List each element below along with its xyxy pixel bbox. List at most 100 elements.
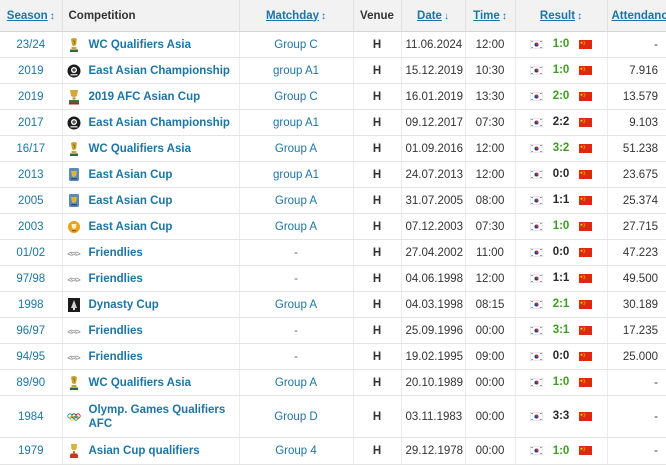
competition-link[interactable]: East Asian Cup [89,220,173,234]
competition-link[interactable]: Friendlies [89,246,143,260]
china-flag-icon[interactable] [579,247,593,257]
match-result[interactable]: 3:2 [546,142,576,154]
season-cell[interactable]: 1984 [0,395,63,438]
south-korea-flag-icon[interactable] [529,247,543,257]
south-korea-flag-icon[interactable] [529,299,543,309]
eaff-icon[interactable] [67,115,81,131]
competition-link[interactable]: Friendlies [89,272,143,286]
match-result[interactable]: 1:0 [546,376,576,388]
sort-icon[interactable]: ↕ [50,11,55,22]
match-result[interactable]: 0:0 [546,168,576,180]
season-cell[interactable]: 1998 [0,291,63,318]
eac-gold-icon[interactable] [67,219,81,235]
china-flag-icon[interactable] [579,446,593,456]
china-flag-icon[interactable] [579,117,593,127]
china-flag-icon[interactable] [579,39,593,49]
season-cell[interactable]: 2013 [0,161,63,188]
wc-icon[interactable] [67,141,81,157]
sort-icon[interactable]: ↕ [502,11,507,22]
china-flag-icon[interactable] [579,91,593,101]
south-korea-flag-icon[interactable] [529,221,543,231]
match-result[interactable]: 0:0 [546,246,576,258]
season-cell[interactable]: 2003 [0,213,63,240]
friendlies-icon[interactable] [66,323,81,339]
wc-icon[interactable] [67,37,81,53]
competition-link[interactable]: Asian Cup qualifiers [89,444,200,458]
south-korea-flag-icon[interactable] [529,169,543,179]
match-result[interactable]: 0:0 [546,350,576,362]
china-flag-icon[interactable] [579,351,593,361]
match-result[interactable]: 1:1 [546,194,576,206]
south-korea-flag-icon[interactable] [529,195,543,205]
competition-link[interactable]: WC Qualifiers Asia [89,38,191,52]
competition-link[interactable]: Friendlies [89,324,143,338]
match-result[interactable]: 1:1 [546,272,576,284]
south-korea-flag-icon[interactable] [529,273,543,283]
season-cell[interactable]: 94/95 [0,343,63,370]
match-result[interactable]: 3:3 [546,410,576,422]
sort-icon[interactable]: ↕ [577,11,582,22]
matchday-column-header[interactable]: Matchday ↕ [239,0,354,32]
match-result[interactable]: 1:0 [546,220,576,232]
south-korea-flag-icon[interactable] [529,143,543,153]
season-cell[interactable]: 89/90 [0,369,63,396]
match-result[interactable]: 1:0 [546,38,576,50]
match-result[interactable]: 1:0 [546,445,576,457]
china-flag-icon[interactable] [579,273,593,283]
china-flag-icon[interactable] [579,377,593,387]
china-flag-icon[interactable] [579,195,593,205]
china-flag-icon[interactable] [579,65,593,75]
date-column-header[interactable]: Date ↓ [401,0,466,32]
time-column-header[interactable]: Time ↕ [465,0,516,32]
china-flag-icon[interactable] [579,411,593,421]
afc-icon[interactable] [67,89,81,105]
china-flag-icon[interactable] [579,325,593,335]
season-cell[interactable]: 23/24 [0,31,63,58]
sort-descending-icon[interactable]: ↓ [444,11,449,22]
competition-link[interactable]: WC Qualifiers Asia [89,142,191,156]
season-cell[interactable]: 2005 [0,187,63,214]
south-korea-flag-icon[interactable] [529,117,543,127]
friendlies-icon[interactable] [66,349,81,365]
south-korea-flag-icon[interactable] [529,351,543,361]
wc-icon[interactable] [67,375,81,391]
south-korea-flag-icon[interactable] [529,325,543,335]
china-flag-icon[interactable] [579,221,593,231]
result-column-header[interactable]: Result ↕ [515,0,608,32]
competition-link[interactable]: East Asian Championship [89,116,230,130]
season-cell[interactable]: 2019 [0,57,63,84]
competition-link[interactable]: 2019 AFC Asian Cup [89,90,201,104]
match-result[interactable]: 2:0 [546,90,576,102]
season-cell[interactable]: 97/98 [0,265,63,292]
eaff-icon[interactable] [67,63,81,79]
competition-link[interactable]: East Asian Cup [89,168,173,182]
asian-cup-icon[interactable] [67,443,81,459]
match-result[interactable]: 2:1 [546,298,576,310]
china-flag-icon[interactable] [579,169,593,179]
eac-icon[interactable] [67,193,81,209]
friendlies-icon[interactable] [66,271,81,287]
china-flag-icon[interactable] [579,299,593,309]
sort-icon[interactable]: ↕ [321,11,326,22]
south-korea-flag-icon[interactable] [529,411,543,421]
match-result[interactable]: 3:1 [546,324,576,336]
season-cell[interactable]: 2019 [0,83,63,110]
olympic-rings-icon[interactable] [66,409,81,425]
south-korea-flag-icon[interactable] [529,39,543,49]
south-korea-flag-icon[interactable] [529,446,543,456]
season-cell[interactable]: 16/17 [0,135,63,162]
competition-link[interactable]: Friendlies [89,350,143,364]
season-cell[interactable]: 1979 [0,437,63,465]
match-result[interactable]: 1:0 [546,64,576,76]
season-column-header[interactable]: Season ↕ [0,0,63,32]
season-cell[interactable]: 2017 [0,109,63,136]
south-korea-flag-icon[interactable] [529,377,543,387]
friendlies-icon[interactable] [66,245,81,261]
south-korea-flag-icon[interactable] [529,91,543,101]
competition-link[interactable]: East Asian Championship [89,64,230,78]
season-cell[interactable]: 96/97 [0,317,63,344]
dynasty-icon[interactable] [67,297,81,313]
china-flag-icon[interactable] [579,143,593,153]
eac-icon[interactable] [67,167,81,183]
south-korea-flag-icon[interactable] [529,65,543,75]
